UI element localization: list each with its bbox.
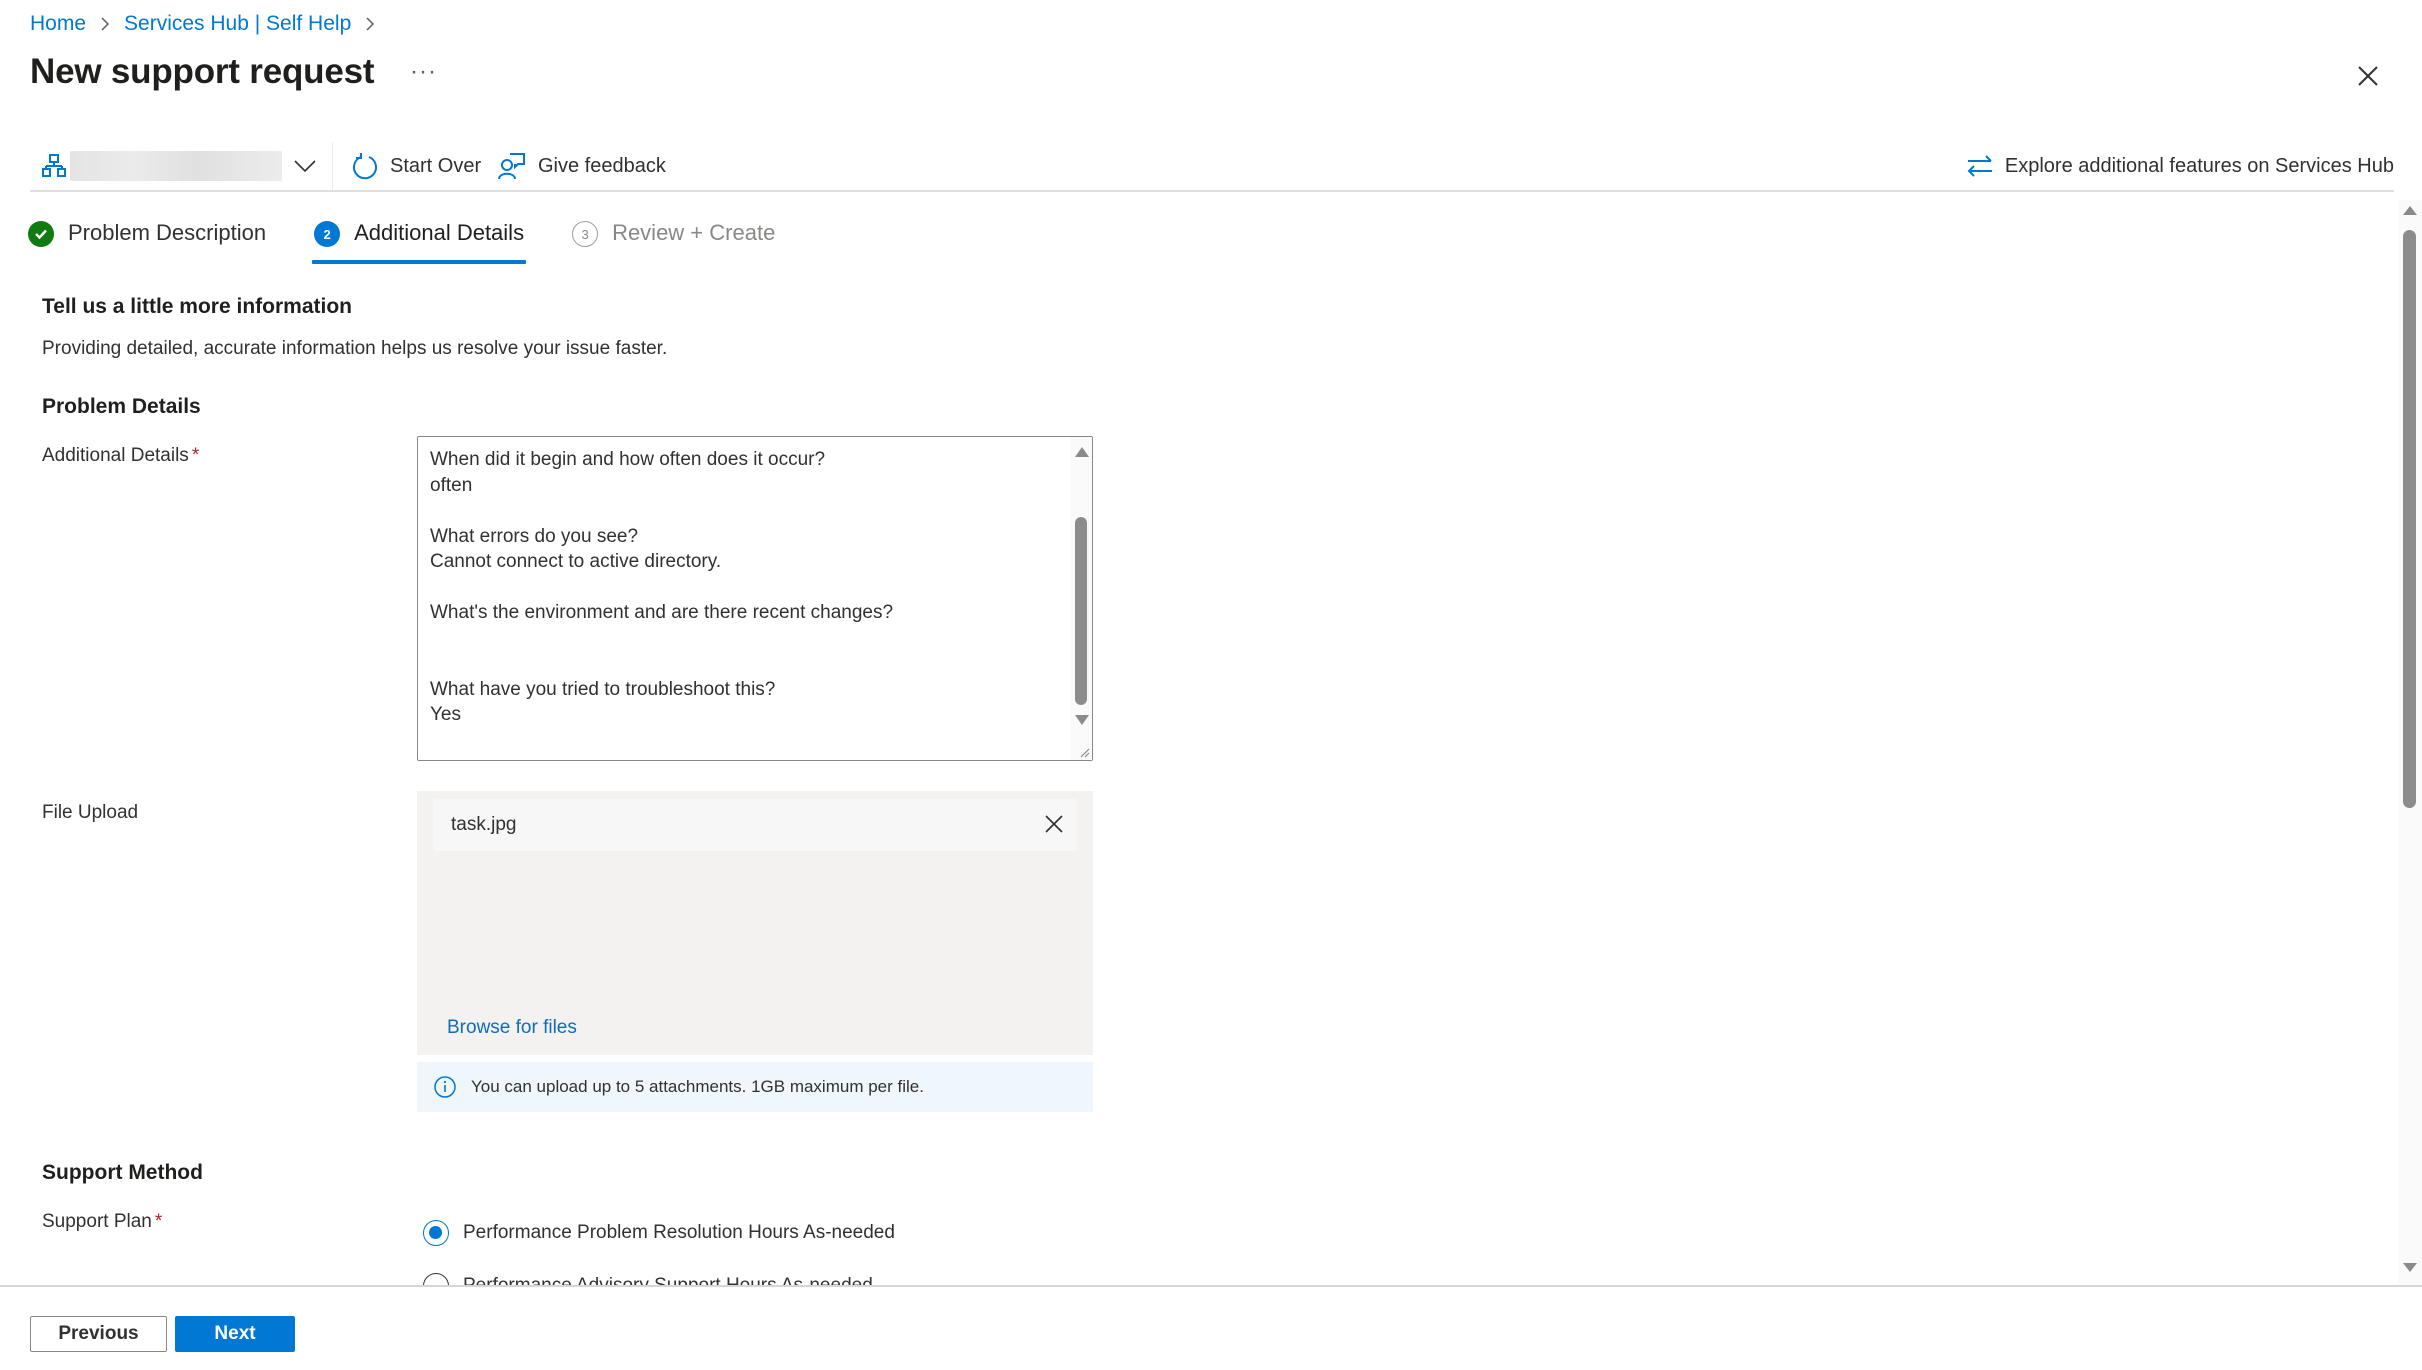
close-icon xyxy=(1045,815,1063,833)
scroll-down-arrow-icon[interactable] xyxy=(1075,715,1089,725)
previous-button[interactable]: Previous xyxy=(30,1316,167,1352)
radio-button-unchecked[interactable] xyxy=(423,1273,449,1285)
uploaded-file-item: task.jpg xyxy=(433,799,1077,851)
textarea-scrollbar[interactable] xyxy=(1070,437,1092,759)
support-plan-option-label: Performance Advisory Support Hours As-ne… xyxy=(463,1275,873,1285)
support-plan-label: Support Plan * xyxy=(42,1211,162,1233)
step-number-badge: 2 xyxy=(314,221,341,247)
support-method-heading: Support Method xyxy=(42,1161,203,1184)
support-plan-label-text: Support Plan xyxy=(42,1211,152,1232)
support-plan-option[interactable]: Performance Problem Resolution Hours As-… xyxy=(423,1220,895,1246)
radio-button-checked[interactable] xyxy=(423,1220,449,1246)
scroll-up-arrow-icon[interactable] xyxy=(2403,206,2417,215)
form-scroll-region: Problem Description 2 Additional Details… xyxy=(0,0,2400,1285)
footer-divider xyxy=(0,1285,2422,1287)
scrollbar-thumb[interactable] xyxy=(1075,517,1087,705)
resize-grip-icon[interactable] xyxy=(1074,742,1092,760)
additional-details-label: Additional Details * xyxy=(42,445,199,467)
step-review-create[interactable]: 3 Review + Create xyxy=(572,218,775,264)
step-label: Additional Details xyxy=(354,220,525,245)
required-marker: * xyxy=(191,445,200,466)
step-label: Review + Create xyxy=(612,220,776,245)
intro-description: Providing detailed, accurate information… xyxy=(42,338,668,359)
browse-files-link[interactable]: Browse for files xyxy=(447,1017,577,1039)
remove-file-button[interactable] xyxy=(1043,813,1065,835)
wizard-steps: Problem Description 2 Additional Details… xyxy=(28,218,823,264)
file-name: task.jpg xyxy=(451,814,517,835)
file-upload-dropzone[interactable]: task.jpg Browse for files xyxy=(417,791,1093,1055)
scroll-down-arrow-icon[interactable] xyxy=(2403,1263,2417,1272)
step-problem-description[interactable]: Problem Description xyxy=(28,218,266,264)
upload-info-text: You can upload up to 5 attachments. 1GB … xyxy=(471,1077,924,1096)
required-marker: * xyxy=(154,1211,163,1232)
step-additional-details[interactable]: 2 Additional Details xyxy=(312,218,527,264)
page-scrollbar[interactable] xyxy=(2398,200,2422,1285)
additional-details-field: When did it begin and how often does it … xyxy=(417,436,1093,761)
intro-heading: Tell us a little more information xyxy=(42,295,352,318)
scroll-up-arrow-icon[interactable] xyxy=(1075,447,1089,457)
info-icon xyxy=(434,1076,456,1098)
problem-details-heading: Problem Details xyxy=(42,395,201,418)
step-number-badge: 3 xyxy=(572,221,599,247)
support-plan-option[interactable]: Performance Advisory Support Hours As-ne… xyxy=(423,1273,873,1285)
checkmark-icon xyxy=(28,221,54,247)
upload-info-message: You can upload up to 5 attachments. 1GB … xyxy=(417,1062,1093,1112)
next-button[interactable]: Next xyxy=(175,1316,295,1352)
scrollbar-thumb[interactable] xyxy=(2403,230,2416,808)
additional-details-textarea[interactable]: When did it begin and how often does it … xyxy=(418,437,1068,759)
additional-details-label-text: Additional Details xyxy=(42,445,189,466)
step-label: Problem Description xyxy=(68,220,267,245)
support-plan-option-label: Performance Problem Resolution Hours As-… xyxy=(463,1222,895,1243)
file-upload-label: File Upload xyxy=(42,802,139,823)
